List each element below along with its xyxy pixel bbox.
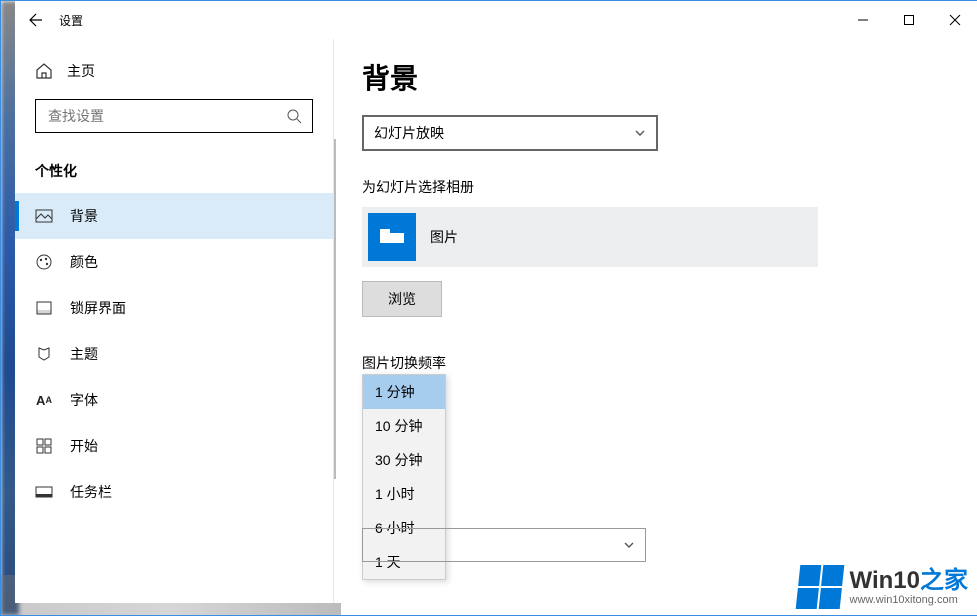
album-label: 为幻灯片选择相册 [362,177,950,197]
home-icon [35,62,53,80]
interval-option[interactable]: 1 分钟 [363,375,445,409]
chevron-down-icon [623,539,635,551]
interval-option[interactable]: 30 分钟 [363,443,445,477]
app-title: 设置 [59,12,83,29]
settings-window: 设置 主页 个性化 [15,1,977,603]
nav-list: 背景 颜色 锁屏界面 主题 AA [15,193,333,515]
home-label: 主页 [67,61,95,81]
palette-icon [35,253,53,271]
maximize-button[interactable] [886,1,932,39]
taskbar-icon [35,483,53,501]
chevron-down-icon [634,127,646,139]
watermark: Win10之家 www.win10xitong.com [798,565,968,609]
album-row[interactable]: 图片 [362,207,818,267]
interval-option[interactable]: 1 小时 [363,477,445,511]
lock-screen-icon [35,299,53,317]
nav-label: 背景 [70,206,98,226]
search-icon [286,108,302,124]
fit-dropdown[interactable] [362,528,646,562]
close-button[interactable] [932,1,977,39]
search-box[interactable] [35,99,313,133]
minimize-button[interactable] [840,1,886,39]
watermark-title: Win10之家 [850,568,968,594]
windows-logo-icon [795,565,844,609]
nav-label: 开始 [70,436,98,456]
album-name: 图片 [430,227,458,247]
nav-item-start[interactable]: 开始 [15,423,333,469]
window-controls [840,1,977,39]
back-button[interactable] [15,1,57,39]
sidebar: 主页 个性化 背景 颜色 [15,39,333,603]
nav-item-themes[interactable]: 主题 [15,331,333,377]
watermark-url: www.win10xitong.com [850,594,958,606]
theme-icon [35,345,53,363]
home-link[interactable]: 主页 [15,57,333,85]
folder-thumb-icon [368,213,416,261]
browse-label: 浏览 [388,289,416,309]
start-icon [35,437,53,455]
nav-item-colors[interactable]: 颜色 [15,239,333,285]
nav-label: 字体 [70,390,98,410]
interval-option[interactable]: 10 分钟 [363,409,445,443]
nav-item-lockscreen[interactable]: 锁屏界面 [15,285,333,331]
titlebar: 设置 [15,1,977,39]
maximize-icon [903,14,915,26]
nav-label: 任务栏 [70,482,112,502]
picture-icon [35,207,53,225]
back-arrow-icon [28,12,44,28]
nav-label: 锁屏界面 [70,298,126,318]
font-icon: AA [35,391,53,409]
close-icon [949,14,961,26]
nav-item-fonts[interactable]: AA 字体 [15,377,333,423]
nav-label: 颜色 [70,252,98,272]
background-mode-dropdown[interactable]: 幻灯片放映 [362,115,658,151]
scroll-indicator[interactable] [334,139,336,479]
main-content: 背景 幻灯片放映 为幻灯片选择相册 图片 浏览 图片切换频率 [333,39,977,603]
nav-label: 主题 [70,344,98,364]
nav-item-taskbar[interactable]: 任务栏 [15,469,333,515]
dropdown-value: 幻灯片放映 [374,123,444,143]
minimize-icon [857,14,869,26]
section-header: 个性化 [15,155,333,193]
search-input[interactable] [46,107,286,125]
page-title: 背景 [362,57,950,97]
nav-item-background[interactable]: 背景 [15,193,333,239]
interval-label: 图片切换频率 [362,353,950,373]
browse-button[interactable]: 浏览 [362,281,442,317]
